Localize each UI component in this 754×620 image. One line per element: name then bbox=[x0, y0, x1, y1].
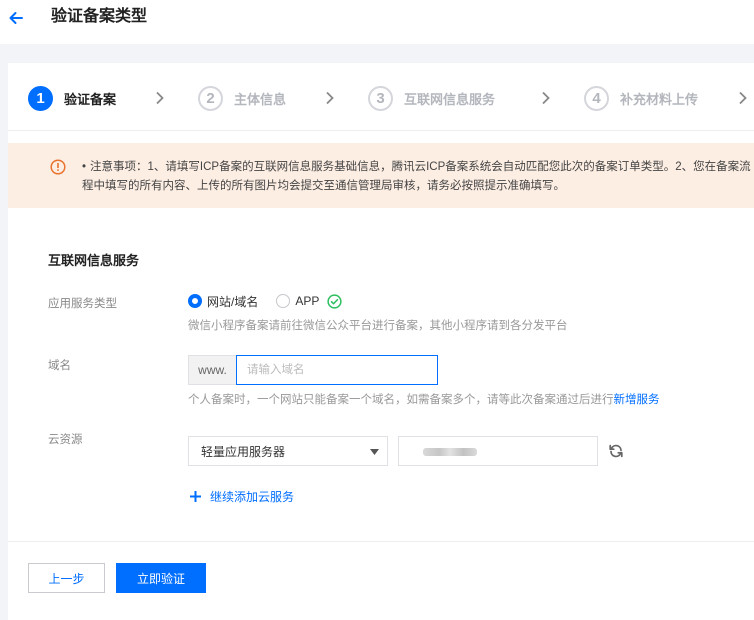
domain-input[interactable] bbox=[236, 355, 438, 385]
step-label: 主体信息 bbox=[234, 91, 287, 107]
step-3: 3 互联网信息服务 bbox=[368, 85, 495, 111]
add-service-link[interactable]: 新增服务 bbox=[614, 394, 660, 406]
chevron-right-icon bbox=[326, 91, 334, 105]
cloud-resource-label: 云资源 bbox=[48, 434, 83, 446]
domain-hint: 个人备案时，一个网站只能备案一个域名，如需备案多个，请等此次备案通过后进行新增服… bbox=[188, 391, 660, 407]
step-label: 验证备案 bbox=[64, 91, 117, 107]
verify-now-button[interactable]: 立即验证 bbox=[116, 563, 206, 593]
exclamation-circle-icon bbox=[50, 159, 66, 175]
add-cloud-service-link[interactable]: 继续添加云服务 bbox=[190, 488, 294, 505]
step-bar: 1 验证备案 2 主体信息 3 互联网信息服务 4 补充材料上传 bbox=[8, 63, 754, 131]
redacted-instance-value bbox=[423, 448, 477, 456]
service-type-hint: 微信小程序备案请前往微信公众平台进行备案，其他小程序请到各分发平台 bbox=[188, 320, 568, 332]
radio-label: 网站/域名 bbox=[207, 294, 259, 309]
step-4: 4 补充材料上传 bbox=[584, 85, 698, 111]
step-number: 1 bbox=[28, 85, 53, 111]
arrow-left-icon[interactable] bbox=[8, 10, 24, 26]
check-circle-icon bbox=[327, 293, 342, 309]
domain-input-group: www. bbox=[188, 355, 438, 385]
chevron-right-icon bbox=[156, 91, 164, 105]
header-bar: 验证备案类型 bbox=[0, 0, 754, 44]
prev-step-button[interactable]: 上一步 bbox=[28, 563, 105, 593]
step-2: 2 主体信息 bbox=[198, 85, 286, 111]
chevron-right-icon bbox=[542, 91, 550, 105]
radio-app[interactable]: APP bbox=[276, 294, 319, 308]
radio-dot[interactable] bbox=[188, 294, 202, 308]
page-title: 验证备案类型 bbox=[51, 8, 148, 25]
domain-prefix: www. bbox=[188, 355, 236, 385]
service-type-radio-group: 网站/域名 APP bbox=[188, 292, 342, 310]
caret-down-icon bbox=[370, 449, 379, 455]
footer-divider bbox=[8, 541, 754, 542]
radio-website-domain[interactable]: 网站/域名 bbox=[188, 293, 258, 310]
notice-bullet: • bbox=[82, 161, 87, 173]
notice-content: 注意事项：1、请填写ICP备案的互联网信息服务基础信息，腾讯云ICP备案系统会自… bbox=[82, 161, 751, 192]
step-label: 补充材料上传 bbox=[620, 91, 699, 107]
refresh-icon[interactable] bbox=[608, 443, 624, 459]
step-1: 1 验证备案 bbox=[28, 85, 116, 111]
add-cloud-service-label: 继续添加云服务 bbox=[210, 490, 295, 504]
domain-label: 域名 bbox=[48, 360, 71, 372]
section-title: 互联网信息服务 bbox=[48, 253, 140, 268]
notice-banner: • 注意事项：1、请填写ICP备案的互联网信息服务基础信息，腾讯云ICP备案系统会… bbox=[8, 143, 754, 208]
step-number: 4 bbox=[584, 85, 609, 111]
radio-dot[interactable] bbox=[276, 294, 291, 308]
cloud-instance-select[interactable] bbox=[398, 436, 598, 466]
step-number: 3 bbox=[368, 85, 393, 111]
domain-hint-text: 个人备案时，一个网站只能备案一个域名，如需备案多个，请等此次备案通过后进行 bbox=[188, 394, 614, 406]
step-label: 互联网信息服务 bbox=[404, 91, 496, 107]
select-value: 轻量应用服务器 bbox=[201, 444, 286, 459]
plus-icon bbox=[190, 491, 201, 502]
service-type-label: 应用服务类型 bbox=[48, 298, 117, 310]
chevron-right-icon bbox=[739, 91, 747, 105]
cloud-resource-select[interactable]: 轻量应用服务器 bbox=[188, 436, 388, 466]
main-card: 1 验证备案 2 主体信息 3 互联网信息服务 4 补充材料上传 • 注意事项：1… bbox=[8, 63, 754, 620]
step-number: 2 bbox=[198, 85, 223, 111]
radio-label: APP bbox=[295, 294, 320, 308]
notice-text: • 注意事项：1、请填写ICP备案的互联网信息服务基础信息，腾讯云ICP备案系统会… bbox=[82, 158, 752, 196]
